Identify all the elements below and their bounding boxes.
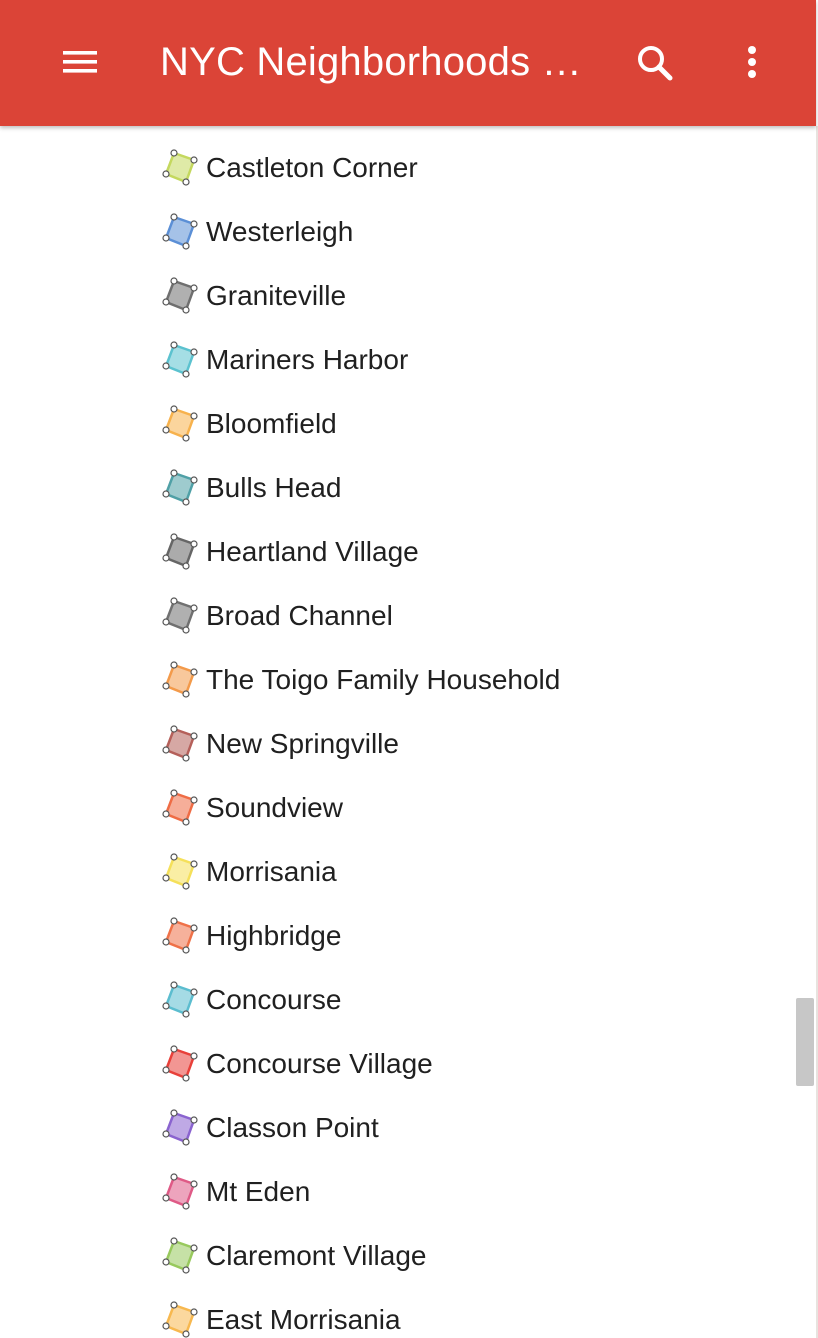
polygon-shape-icon [162, 597, 198, 634]
polygon-shape-icon [162, 1109, 198, 1146]
list-item-label: Broad Channel [206, 600, 393, 631]
list-item-label: Bloomfield [206, 408, 337, 439]
polygon-shape-icon [162, 1045, 198, 1082]
polygon-shape-icon [162, 341, 198, 378]
list-item-label: Concourse [206, 984, 342, 1015]
more-options-button[interactable] [730, 38, 776, 88]
list-item[interactable]: Morrisania [160, 840, 760, 904]
polygon-shape-icon [162, 853, 198, 890]
menu-button[interactable] [58, 38, 104, 84]
list-item[interactable]: Broad Channel [160, 584, 760, 648]
hamburger-menu-icon [63, 51, 97, 73]
polygon-shape-icon [162, 469, 198, 506]
list-item[interactable]: East Morrisania [160, 1288, 760, 1338]
polygon-shape-icon [162, 213, 198, 250]
list-item[interactable]: Classon Point [160, 1096, 760, 1160]
polygon-shape-icon [162, 405, 198, 442]
list-item-label: Claremont Village [206, 1240, 427, 1271]
list-item[interactable]: Bloomfield [160, 392, 760, 456]
scrollbar-thumb[interactable] [796, 998, 814, 1086]
list-item-label: Soundview [206, 792, 343, 823]
list-item-label: Graniteville [206, 280, 347, 311]
list-item-label: East Morrisania [206, 1304, 401, 1335]
list-item[interactable]: Highbridge [160, 904, 760, 968]
list-item[interactable]: Castleton Corner [160, 136, 760, 200]
list-item[interactable]: Concourse Village [160, 1032, 760, 1096]
list-item[interactable]: Graniteville [160, 264, 760, 328]
list-item-label: New Springville [206, 728, 399, 759]
list-item[interactable]: The Toigo Family Household [160, 648, 760, 712]
more-vert-icon [748, 46, 756, 78]
polygon-shape-icon [162, 725, 198, 762]
list-item[interactable]: Westerleigh [160, 200, 760, 264]
list-item-label: Heartland Village [206, 536, 419, 567]
list-item[interactable]: Mt Eden [160, 1160, 760, 1224]
list-item-label: Concourse Village [206, 1048, 433, 1079]
list-item[interactable]: Heartland Village [160, 520, 760, 584]
list-item[interactable]: Mariners Harbor [160, 328, 760, 392]
polygon-shape-icon [162, 1301, 198, 1338]
polygon-shape-icon [162, 981, 198, 1018]
list-item-label: Bulls Head [206, 472, 342, 503]
search-button[interactable] [630, 38, 680, 88]
polygon-shape-icon [162, 149, 198, 186]
list-item[interactable]: New Springville [160, 712, 760, 776]
list-item-label: Mariners Harbor [206, 344, 409, 375]
search-icon [638, 46, 673, 81]
scrollbar-track[interactable] [794, 126, 814, 1338]
list-item-label: Castleton Corner [206, 152, 418, 183]
list-item-label: Classon Point [206, 1112, 379, 1143]
list-item[interactable]: Bulls Head [160, 456, 760, 520]
page-title: NYC Neighborhoods M... [160, 40, 600, 84]
polygon-shape-icon [162, 917, 198, 954]
list-item-label: Highbridge [206, 920, 342, 951]
neighborhood-list[interactable]: Castleton Corner Westerleigh Graniteville M… [0, 126, 816, 1338]
list-item[interactable]: Soundview [160, 776, 760, 840]
polygon-shape-icon [162, 789, 198, 826]
list-item-label: Morrisania [206, 856, 337, 887]
list-item-label: The Toigo Family Household [206, 664, 561, 695]
app-bar: NYC Neighborhoods M... [0, 0, 816, 126]
polygon-shape-icon [162, 661, 198, 698]
polygon-shape-icon [162, 277, 198, 314]
polygon-shape-icon [162, 533, 198, 570]
polygon-shape-icon [162, 1237, 198, 1274]
list-item[interactable]: Claremont Village [160, 1224, 760, 1288]
polygon-shape-icon [162, 1173, 198, 1210]
list-item-label: Mt Eden [206, 1176, 311, 1207]
list-item-label: Westerleigh [206, 216, 354, 247]
list-item[interactable]: Concourse [160, 968, 760, 1032]
